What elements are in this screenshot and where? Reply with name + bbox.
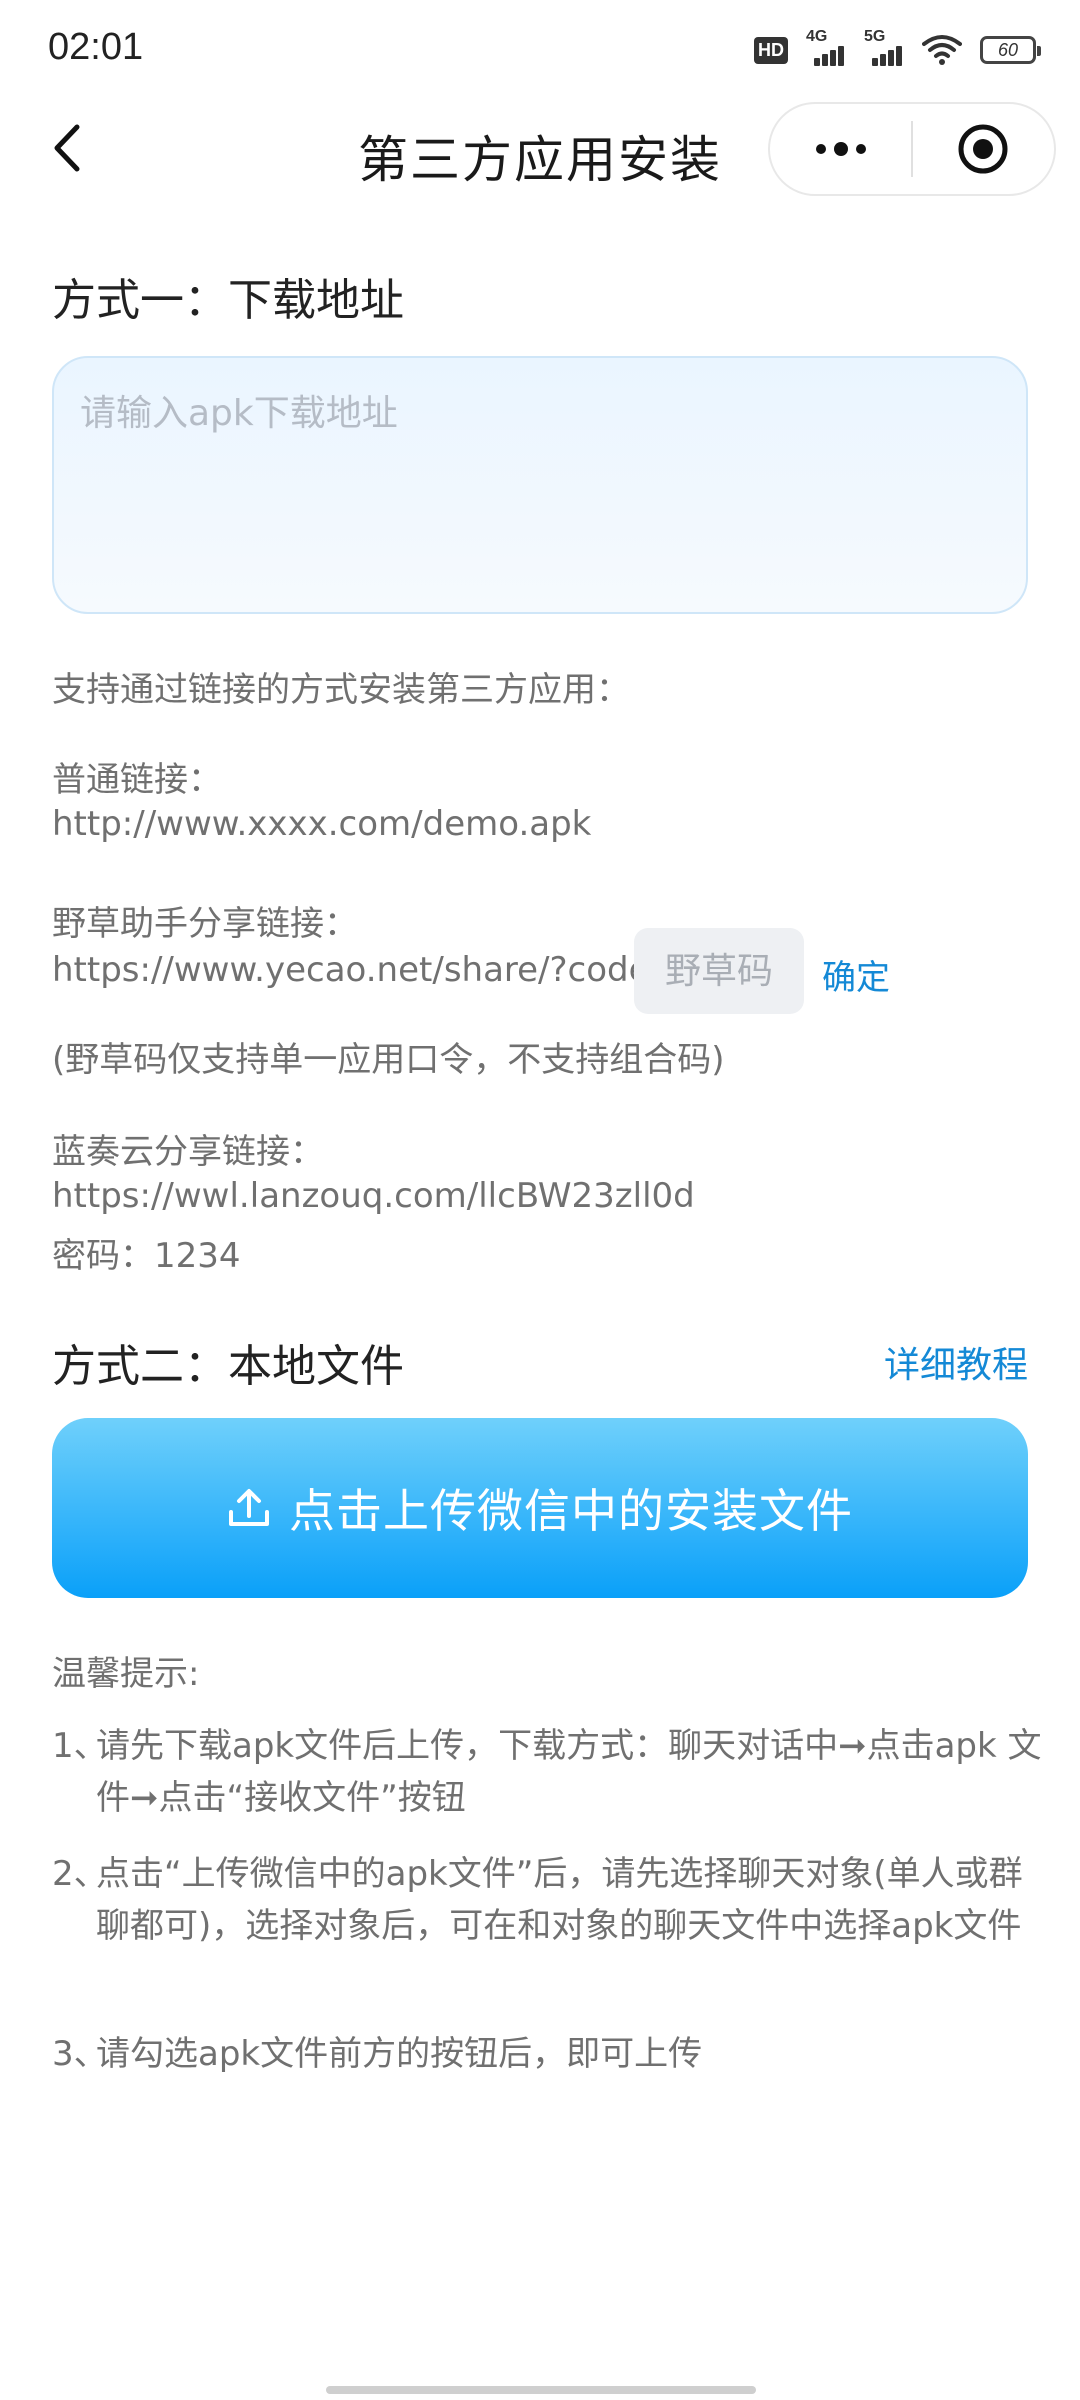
battery-icon: 60	[980, 36, 1041, 64]
more-button[interactable]	[770, 104, 911, 194]
upload-file-button[interactable]: 点击上传微信中的安装文件	[52, 1418, 1028, 1598]
tutorial-link[interactable]: 详细教程	[884, 1336, 1028, 1388]
normal-link-url: http://www.xxxx.com/demo.apk	[52, 804, 592, 844]
chevron-left-icon	[54, 124, 80, 172]
upload-label: 点击上传微信中的安装文件	[289, 1484, 853, 1538]
tip-item: 2、 点击“上传微信中的apk文件”后，请先选择聊天对象(单人或群聊都可)，选择…	[52, 1854, 1023, 1946]
upload-icon	[229, 1489, 269, 1526]
nav-bar: 第三方应用安装	[0, 96, 1080, 200]
hd-icon: HD	[754, 36, 788, 64]
mini-program-capsule	[768, 102, 1056, 196]
lanzou-link-label: 蓝奏云分享链接：	[52, 1132, 324, 1172]
back-button[interactable]	[36, 118, 96, 178]
lanzou-link-url: https://wwl.lanzouq.com/llcBW23zll0d	[52, 1176, 695, 1216]
tip-item: 1、 请先下载apk文件后上传，下载方式：聊天对话中➞点击apk 文件➞点击“接…	[52, 1726, 1042, 1818]
signal-4g-icon: 4G	[806, 28, 846, 66]
status-time: 02:01	[48, 26, 144, 68]
signal-5g-icon: 5G	[864, 28, 904, 66]
method2-title: 方式二：本地文件	[52, 1341, 404, 1392]
wifi-icon	[922, 35, 962, 65]
status-bar: 02:01 HD 4G 5G 60	[0, 0, 1080, 96]
tip-item: 3、 请勾选apk文件前方的按钮后，即可上传	[52, 2034, 703, 2074]
tips-title: 温馨提示:	[52, 1654, 200, 1694]
home-indicator[interactable]	[326, 2386, 756, 2394]
yecao-link-url: https://www.yecao.net/share/?code=	[52, 950, 679, 990]
lanzou-password: 密码：1234	[52, 1236, 241, 1276]
yecao-note: (野草码仅支持单一应用口令，不支持组合码)	[52, 1040, 725, 1080]
normal-link-label: 普通链接：	[52, 760, 222, 800]
status-icons: HD 4G 5G 60	[754, 28, 1041, 70]
yecao-link-label: 野草助手分享链接：	[52, 904, 358, 944]
yecao-code-input[interactable]	[634, 928, 804, 1014]
confirm-button[interactable]: 确定	[822, 950, 890, 999]
more-dots-icon	[815, 144, 826, 154]
support-text: 支持通过链接的方式安装第三方应用：	[52, 670, 630, 710]
method1-title: 方式一：下载地址	[52, 275, 404, 326]
target-circle-icon	[958, 124, 1008, 174]
close-mini-program-button[interactable]	[913, 104, 1054, 194]
apk-url-input[interactable]	[52, 356, 1028, 614]
